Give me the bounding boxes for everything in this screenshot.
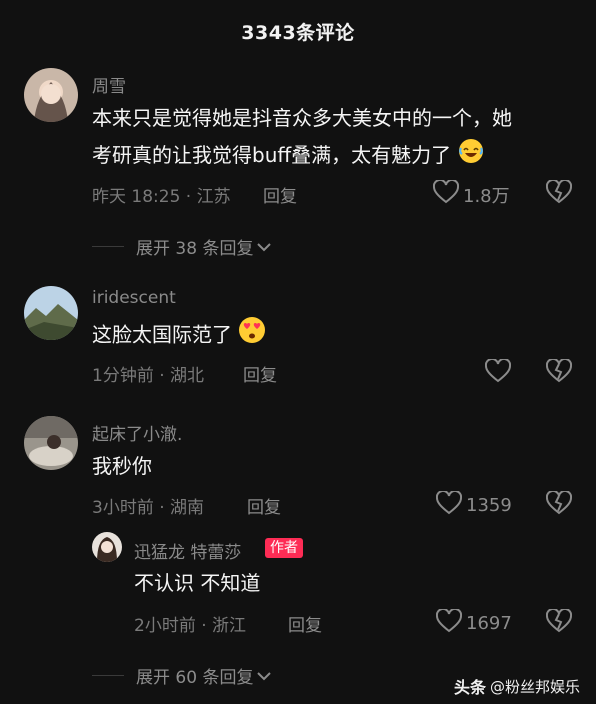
avatar[interactable] — [24, 286, 78, 340]
comment-meta: 3小时前 · 湖南 — [92, 498, 205, 518]
comment-text-line-2: 考研真的让我觉得buff叠满，太有魅力了 — [92, 137, 572, 176]
comment-text: 本来只是觉得她是抖音众多大美女中的一个，她 考研真的让我觉得buff叠满，太有魅… — [92, 100, 572, 176]
like-count: 1.8万 — [463, 185, 510, 207]
comment-text: 我秒你 — [92, 454, 152, 478]
expand-replies-button[interactable]: 展开 38 条回复 — [92, 234, 272, 259]
reply-button[interactable]: 回复 — [263, 182, 297, 207]
author-badge: 作者 — [265, 538, 303, 558]
broken-heart-icon — [545, 357, 573, 387]
broken-heart-icon — [545, 489, 573, 519]
like-button[interactable]: 1697 — [435, 607, 512, 638]
expand-replies-button[interactable]: 展开 60 条回复 — [92, 663, 272, 688]
expand-replies-label: 展开 60 条回复 — [136, 668, 254, 688]
reply-button[interactable]: 回复 — [288, 611, 322, 636]
dislike-button[interactable] — [545, 178, 573, 208]
chevron-down-icon — [257, 237, 272, 257]
chevron-down-icon — [257, 666, 272, 686]
watermark: 头条 @粉丝邦娱乐 — [454, 674, 580, 698]
avatar[interactable] — [92, 532, 122, 562]
like-button[interactable]: 1359 — [435, 489, 512, 520]
comment-username[interactable]: 周雪 — [92, 72, 126, 97]
comment-count-title: 3343条评论 — [241, 22, 355, 44]
dislike-button[interactable] — [545, 489, 573, 519]
heart-icon — [435, 489, 466, 520]
heart-icon — [435, 607, 466, 638]
watermark-brand: 头条 — [453, 678, 486, 697]
heart-icon — [484, 357, 515, 388]
reply-button[interactable]: 回复 — [247, 493, 281, 518]
dislike-button[interactable] — [545, 607, 573, 637]
comment-username[interactable]: 起床了小澈. — [92, 420, 182, 445]
dislike-button[interactable] — [545, 357, 573, 387]
like-count: 1359 — [466, 495, 512, 516]
like-count: 1697 — [466, 613, 512, 634]
reply-text: 不认识 不知道 — [134, 571, 261, 595]
avatar[interactable] — [24, 68, 78, 122]
comment-text: 这脸太国际范了 — [92, 316, 266, 356]
divider — [92, 246, 124, 247]
heart-icon — [432, 178, 463, 209]
like-button[interactable] — [484, 357, 515, 388]
expand-replies-label: 展开 38 条回复 — [136, 239, 254, 259]
divider — [92, 675, 124, 676]
comment-text-line: 考研真的让我觉得buff叠满，太有魅力了 — [92, 143, 452, 167]
comment-text-line: 这脸太国际范了 — [92, 322, 232, 347]
reply-button[interactable]: 回复 — [243, 361, 277, 386]
like-button[interactable]: 1.8万 — [432, 178, 510, 209]
comment-username[interactable]: iridescent — [92, 288, 176, 308]
reply-username[interactable]: 迅猛龙 特蕾莎 — [134, 538, 241, 563]
watermark-handle: @粉丝邦娱乐 — [489, 677, 580, 696]
comment-text-line: 本来只是觉得她是抖音众多大美女中的一个，她 — [92, 106, 512, 130]
broken-heart-icon — [545, 607, 573, 637]
laughing-emoji-icon — [458, 138, 484, 176]
heart-eyes-emoji-icon — [238, 316, 266, 356]
comment-meta: 1分钟前 · 湖北 — [92, 366, 205, 386]
broken-heart-icon — [545, 178, 573, 208]
reply-meta: 2小时前 · 浙江 — [134, 616, 247, 636]
avatar[interactable] — [24, 416, 78, 470]
comment-meta: 昨天 18:25 · 江苏 — [92, 187, 231, 207]
